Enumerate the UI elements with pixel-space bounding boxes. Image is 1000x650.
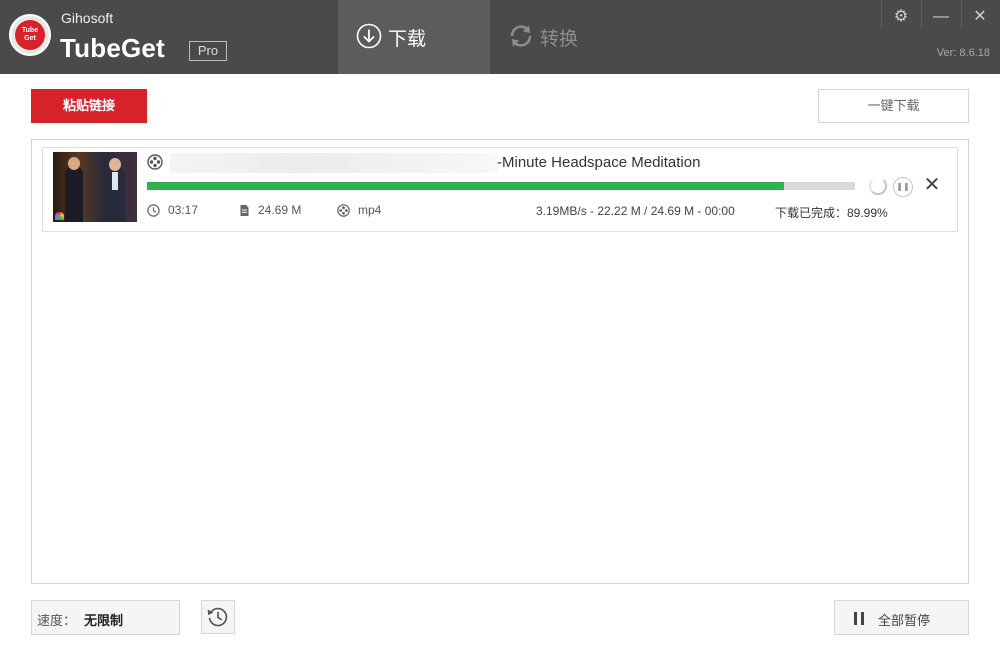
download-list: -Minute Headspace Meditation ❚❚ ✕ 03:17 … (31, 139, 969, 584)
pause-all-button[interactable]: 全部暂停 (834, 600, 969, 635)
file-format: mp4 (358, 203, 382, 217)
app-logo: Tube Get (9, 14, 51, 56)
window-control-divider (921, 0, 922, 30)
app-logo-mark: Tube Get (15, 20, 45, 50)
download-circle-icon (356, 23, 382, 49)
pause-item-button[interactable]: ❚❚ (893, 177, 913, 197)
download-status: 下载已完成：89.99% (775, 206, 888, 220)
app-name: TubeGet (60, 33, 165, 63)
file-size: 24.69 M (258, 203, 302, 217)
version-label: Ver: 8.6.18 (936, 47, 990, 59)
paste-link-button[interactable]: 粘贴链接 (31, 89, 147, 123)
progress-bar (147, 182, 855, 190)
video-thumbnail (53, 152, 137, 222)
tab-convert-label: 转换 (540, 29, 579, 50)
download-stats: 3.19MB/s - 22.22 M / 24.69 M - 00:00 (536, 204, 735, 218)
title-bar: Tube Get Gihosoft TubeGet Pro 下载 转换 ⚙ — … (0, 0, 1000, 74)
logo-text-line1: Tube (21, 27, 39, 34)
tab-download-label: 下载 (388, 29, 427, 50)
minimize-button[interactable]: — (923, 0, 959, 36)
film-reel-icon (337, 204, 350, 217)
pro-badge: Pro (189, 41, 227, 61)
file-icon (240, 205, 249, 216)
speed-limit-selector[interactable]: 速度： 无限制 (31, 600, 180, 635)
speed-label: 速度： (37, 613, 77, 628)
channel-logo-icon (55, 212, 64, 220)
clock-icon (147, 204, 160, 217)
one-click-download-button[interactable]: 一键下载 (818, 89, 969, 123)
loading-spinner-icon (869, 177, 887, 195)
company-name: Gihosoft (61, 10, 114, 26)
tab-convert[interactable]: 转换 (490, 0, 642, 74)
film-reel-icon (147, 154, 163, 170)
tab-download[interactable]: 下载 (338, 0, 490, 74)
pause-all-label: 全部暂停 (878, 613, 931, 628)
progress-bar-fill (147, 182, 785, 190)
video-duration: 03:17 (168, 203, 199, 217)
remove-item-button[interactable]: ✕ (922, 173, 942, 197)
history-icon (207, 607, 228, 627)
refresh-icon (510, 25, 532, 47)
speed-value: 无限制 (84, 613, 124, 628)
pause-icon (854, 612, 866, 625)
history-button[interactable] (201, 600, 235, 634)
video-title: -Minute Headspace Meditation (497, 154, 701, 171)
settings-button[interactable]: ⚙ (883, 0, 919, 36)
logo-text-line2: Get (24, 35, 36, 42)
window-control-divider (881, 0, 882, 30)
redacted-title-region (170, 153, 498, 173)
download-item[interactable]: -Minute Headspace Meditation ❚❚ ✕ 03:17 … (42, 147, 958, 232)
close-window-button[interactable]: ✕ (962, 0, 998, 36)
